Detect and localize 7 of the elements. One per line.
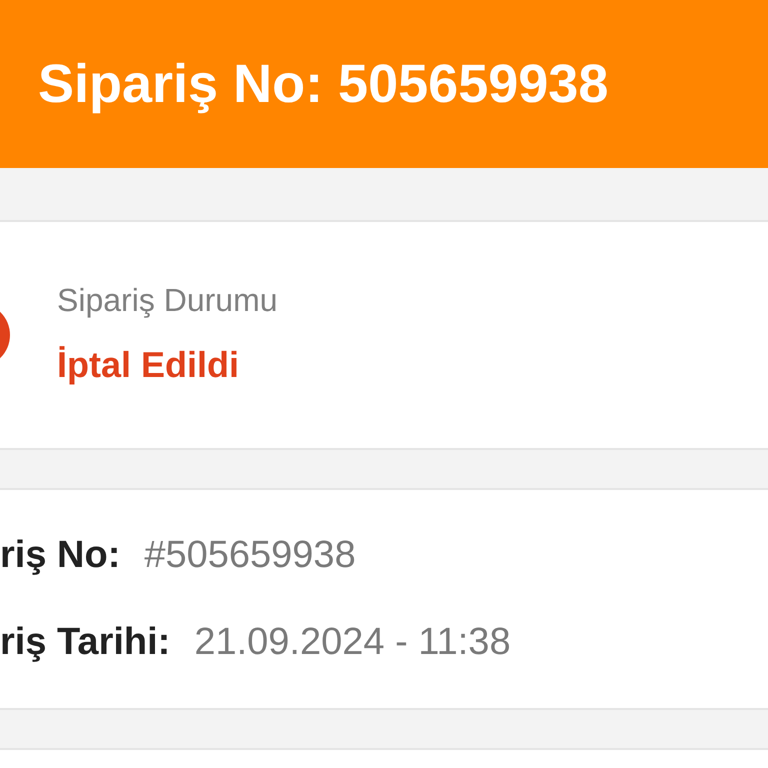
detail-value: 21.09.2024 - 11:38 — [194, 620, 511, 665]
page-title: Sipariş No: 505659938 — [38, 52, 608, 116]
status-value: İptal Edildi — [57, 343, 240, 387]
status-label: Sipariş Durumu — [57, 281, 278, 320]
detail-label: riş No: — [0, 533, 120, 578]
detail-value: #505659938 — [144, 533, 356, 578]
detail-label: riş Tarihi: — [0, 620, 170, 665]
